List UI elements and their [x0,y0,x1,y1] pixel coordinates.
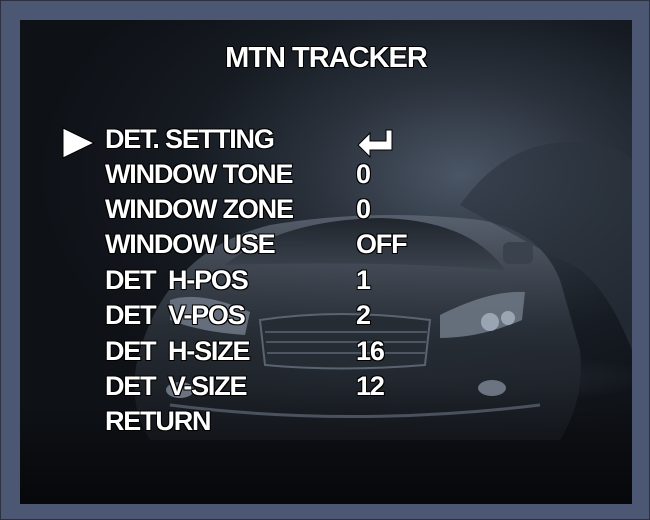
enter-arrow-icon [357,129,393,158]
menu-item-window-use[interactable]: WINDOW USE OFF [20,229,632,264]
menu-item-det-h-pos[interactable]: DET H-POS 1 [20,265,632,300]
osd-screen: MTN TRACKER DET. SETTING WINDOW TONE 0 W… [20,20,632,504]
menu-item-label: DET V-SIZE [105,371,248,401]
menu-item-value: OFF [356,229,408,259]
menu-item-label: DET. SETTING [105,124,275,154]
menu-item-label: DET V-POS [105,300,246,330]
menu-item-det-h-size[interactable]: DET H-SIZE 16 [20,336,632,371]
menu-item-value: 0 [356,159,371,189]
menu-item-det-v-pos[interactable]: DET V-POS 2 [20,300,632,335]
menu-item-det-v-size[interactable]: DET V-SIZE 12 [20,371,632,406]
menu-item-return[interactable]: RETURN [20,406,632,441]
menu-item-value: 16 [356,336,385,366]
menu-item-label: WINDOW TONE [105,159,293,189]
menu-item-label: WINDOW ZONE [105,194,294,224]
menu-item-value: 12 [356,371,385,401]
menu-item-label: DET H-SIZE [105,336,251,366]
menu-item-det-setting[interactable]: DET. SETTING [20,124,632,159]
menu-title: MTN TRACKER [225,42,428,74]
menu-item-value: 2 [356,300,371,330]
menu-item-label: DET H-POS [105,265,249,295]
menu-item-value: 1 [356,265,371,295]
monitor-frame: MTN TRACKER DET. SETTING WINDOW TONE 0 W… [0,0,650,520]
selection-cursor-icon [62,127,96,159]
menu-item-window-tone[interactable]: WINDOW TONE 0 [20,159,632,194]
menu-item-label: WINDOW USE [105,229,276,259]
menu-item-value: 0 [356,194,371,224]
menu-item-window-zone[interactable]: WINDOW ZONE 0 [20,194,632,229]
menu-item-label: RETURN [105,406,212,436]
